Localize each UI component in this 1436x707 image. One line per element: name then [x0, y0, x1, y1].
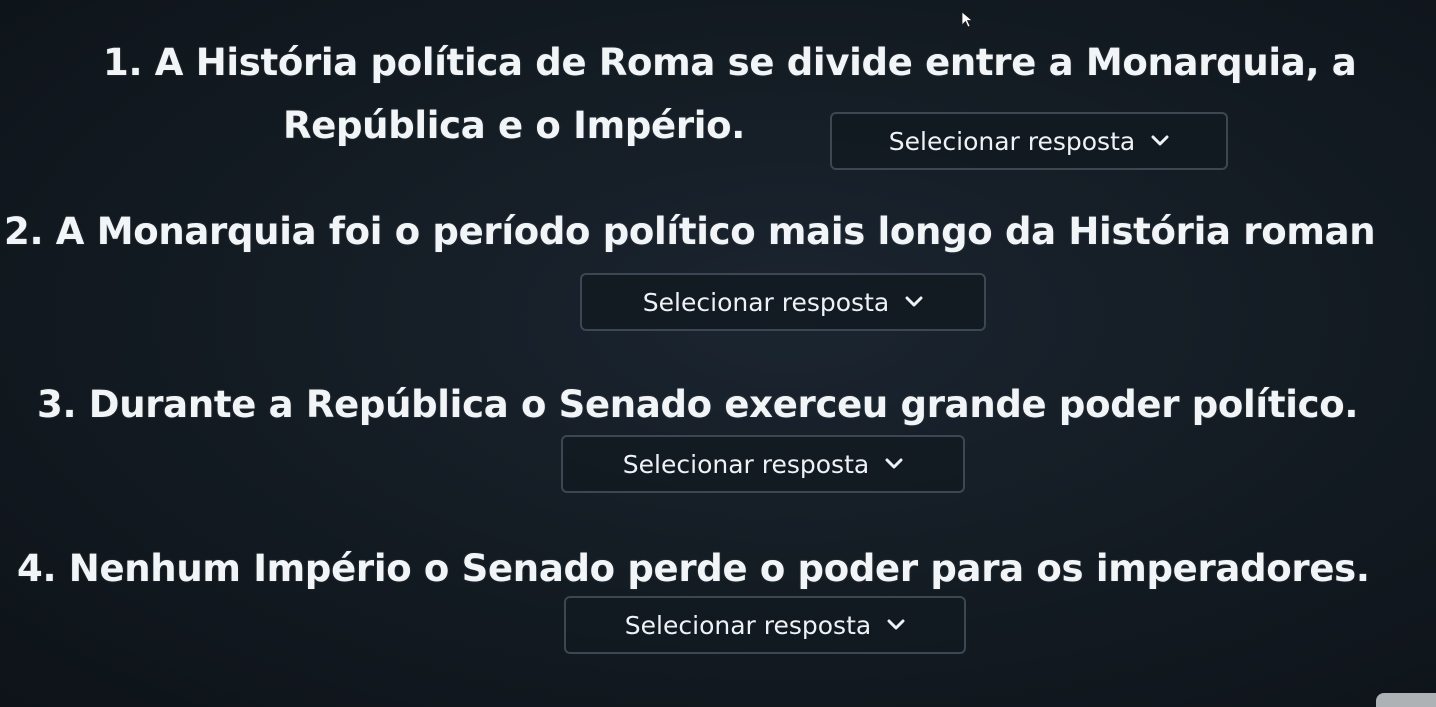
question-2-text: 2. A Monarquia foi o período político ma…	[4, 210, 1376, 253]
answer-select-2-label: Selecionar resposta	[642, 287, 890, 317]
mouse-cursor-icon	[961, 11, 974, 28]
answer-select-3[interactable]: Selecionar resposta	[561, 435, 965, 493]
answer-select-3-label: Selecionar resposta	[622, 449, 870, 479]
answer-select-4[interactable]: Selecionar resposta	[564, 596, 966, 654]
chevron-down-icon	[887, 619, 905, 630]
question-1-line-2: República e o Império.	[283, 104, 746, 147]
chevron-down-icon	[885, 458, 903, 469]
screen-corner-element	[1376, 693, 1436, 707]
answer-select-1-label: Selecionar resposta	[888, 126, 1136, 156]
answer-select-2[interactable]: Selecionar resposta	[580, 273, 986, 331]
chevron-down-icon	[1151, 135, 1169, 146]
chevron-down-icon	[905, 296, 923, 307]
question-3-text: 3. Durante a República o Senado exerceu …	[37, 383, 1359, 426]
answer-select-1[interactable]: Selecionar resposta	[830, 112, 1228, 170]
question-4-text: 4. Nenhum Império o Senado perde o poder…	[17, 547, 1370, 590]
answer-select-4-label: Selecionar resposta	[624, 610, 872, 640]
question-1-line-1: 1. A História política de Roma se divide…	[103, 41, 1357, 84]
